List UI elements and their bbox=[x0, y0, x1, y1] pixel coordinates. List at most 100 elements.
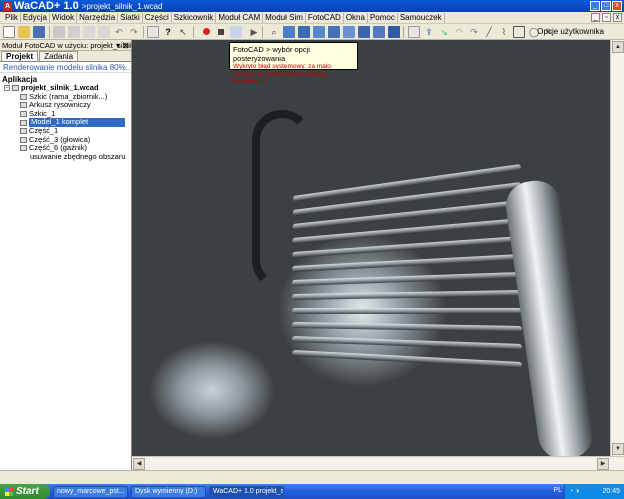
upload-icon[interactable]: ⇪ bbox=[423, 26, 435, 38]
cube-shaded-icon[interactable] bbox=[388, 26, 400, 38]
close-button[interactable]: x bbox=[612, 1, 622, 11]
menu-plik[interactable]: Plik bbox=[3, 12, 21, 23]
pointer-help-icon[interactable]: ↖ bbox=[177, 26, 189, 38]
toolbar-separator bbox=[403, 26, 404, 38]
cut-icon[interactable] bbox=[68, 26, 80, 38]
stop-icon[interactable] bbox=[215, 26, 227, 38]
doc-close-button[interactable]: x bbox=[613, 13, 622, 22]
open-folder-icon[interactable] bbox=[18, 26, 30, 38]
cube-view-top-icon[interactable] bbox=[313, 26, 325, 38]
zoom-icon[interactable]: ⌕ bbox=[268, 26, 280, 38]
title-bar: A WaCAD+ 1.0 >projekt_silnik_1.wcad _ □ … bbox=[0, 0, 624, 12]
tree-item-label: usuwanie zbędnego obszaru bbox=[30, 151, 126, 161]
measure-icon[interactable]: ↘ bbox=[438, 26, 450, 38]
menu-fotocad[interactable]: FotoCAD bbox=[306, 12, 344, 23]
arc-icon[interactable]: ◠ bbox=[453, 26, 465, 38]
system-tray: ◔ ◑ 20:45 bbox=[564, 484, 624, 499]
part-icon bbox=[20, 128, 27, 135]
cube-view-back-icon[interactable] bbox=[343, 26, 355, 38]
horizontal-scrollbar[interactable]: ◀ ▶ bbox=[132, 456, 624, 470]
panel-header-controls[interactable]: ▾ ⊠ bbox=[116, 40, 129, 50]
task-button[interactable]: nowy_marcowe_pst... bbox=[53, 485, 128, 498]
menu-bar: Plik Edycja Widok Narzędzia Siatki Częśc… bbox=[0, 12, 624, 24]
user-options-button[interactable]: Opcje użytkownika bbox=[537, 27, 604, 36]
tree-item-usuwanie[interactable]: usuwanie zbędnego obszaru bbox=[2, 151, 131, 162]
project-panel: Moduł FotoCAD w użyciu: projekt_silnik_1… bbox=[0, 40, 132, 484]
toolbar-separator bbox=[143, 26, 144, 38]
document-window-controls: _ ▫ x bbox=[591, 13, 622, 22]
cube-view-front-icon[interactable] bbox=[283, 26, 295, 38]
scroll-right-icon[interactable]: ▶ bbox=[597, 458, 609, 470]
cube-wireframe-icon[interactable] bbox=[373, 26, 385, 38]
line-icon[interactable]: ╱ bbox=[483, 26, 495, 38]
maximize-button[interactable]: □ bbox=[601, 1, 611, 11]
vertical-scrollbar[interactable]: ▲ ▼ bbox=[610, 40, 624, 456]
polyline-icon[interactable]: ⌇ bbox=[498, 26, 510, 38]
tree-item-arkusz[interactable]: Arkusz rysowniczy bbox=[2, 101, 131, 110]
menu-widok[interactable]: Widok bbox=[50, 12, 78, 23]
menu-samouczek[interactable]: Samouczek bbox=[398, 12, 445, 23]
doc-restore-button[interactable]: ▫ bbox=[602, 13, 611, 22]
play-icon[interactable]: ▶ bbox=[248, 26, 260, 38]
tab-projekt[interactable]: Projekt bbox=[1, 51, 39, 61]
task-button-active[interactable]: WaCAD+ 1.0 projekt_s... bbox=[209, 485, 284, 498]
task-button[interactable]: Dysk wymienny (D:) bbox=[131, 485, 206, 498]
redo-icon[interactable]: ↷ bbox=[128, 26, 140, 38]
part-icon bbox=[20, 136, 27, 143]
menu-siatki[interactable]: Siatki bbox=[118, 12, 143, 23]
rectangle-icon[interactable] bbox=[513, 26, 525, 38]
windows-logo-icon bbox=[5, 487, 13, 496]
menu-okna[interactable]: Okna bbox=[344, 12, 368, 23]
menu-modul-sim[interactable]: Moduł Sim bbox=[263, 12, 306, 23]
fillet-icon[interactable]: ↷ bbox=[468, 26, 480, 38]
cube-view-bottom-icon[interactable] bbox=[358, 26, 370, 38]
cube-view-iso-icon[interactable] bbox=[328, 26, 340, 38]
doc-minimize-button[interactable]: _ bbox=[591, 13, 600, 22]
app-status-bar bbox=[0, 470, 624, 484]
tray-icons[interactable]: ◔ ◑ bbox=[569, 484, 579, 499]
menu-modul-cam[interactable]: Moduł CAM bbox=[216, 12, 264, 23]
app-logo-icon: A bbox=[3, 1, 12, 11]
undo-icon[interactable]: ↶ bbox=[113, 26, 125, 38]
menu-czesci[interactable]: Części bbox=[143, 12, 172, 23]
toolbar-separator bbox=[49, 26, 50, 38]
menu-szkicownik[interactable]: Szkicownik bbox=[172, 12, 217, 23]
cylinder-fin bbox=[292, 308, 522, 314]
help-icon[interactable]: ? bbox=[162, 26, 174, 38]
minimize-button[interactable]: _ bbox=[590, 1, 600, 11]
print-icon[interactable] bbox=[53, 26, 65, 38]
menu-narzedzia[interactable]: Narzędzia bbox=[77, 12, 119, 23]
sketch-sheet-icon[interactable] bbox=[408, 26, 420, 38]
language-indicator[interactable]: PL bbox=[553, 487, 562, 494]
toolbar-separator bbox=[262, 26, 263, 38]
render-canvas[interactable] bbox=[132, 40, 610, 456]
collapse-icon[interactable]: − bbox=[4, 85, 10, 92]
project-tree: Aplikacja − projekt_silnik_1.wcad Szkic … bbox=[0, 73, 131, 161]
menu-edycja[interactable]: Edycja bbox=[21, 12, 50, 23]
app-name: WaCAD+ 1.0 bbox=[14, 0, 79, 12]
export-icon[interactable] bbox=[230, 26, 242, 38]
tooltip-message: Wykryto błąd systemowy: za mało pamięci … bbox=[233, 63, 331, 85]
scroll-up-icon[interactable]: ▲ bbox=[612, 41, 624, 53]
copy-icon[interactable] bbox=[83, 26, 95, 38]
render-status: Renderowanie modelu silnika 80%... bbox=[0, 62, 131, 73]
clock[interactable]: 20:45 bbox=[602, 484, 620, 499]
cube-view-side-icon[interactable] bbox=[298, 26, 310, 38]
panel-tabs: Projekt Zadania bbox=[0, 51, 131, 62]
save-icon[interactable] bbox=[33, 26, 45, 38]
paste-icon[interactable] bbox=[98, 26, 110, 38]
record-icon[interactable] bbox=[200, 26, 212, 38]
print-preview-icon[interactable] bbox=[147, 26, 159, 38]
tooltip-title: FotoCAD > wybór opcji posteryzowania bbox=[233, 45, 310, 63]
start-button[interactable]: Start bbox=[0, 484, 50, 499]
tab-zadania[interactable]: Zadania bbox=[39, 51, 79, 61]
toolbar-separator bbox=[193, 26, 194, 38]
scroll-left-icon[interactable]: ◀ bbox=[133, 458, 145, 470]
scroll-down-icon[interactable]: ▼ bbox=[612, 443, 624, 455]
error-tooltip: FotoCAD > wybór opcji posteryzowania Wyk… bbox=[229, 42, 358, 85]
new-file-icon[interactable] bbox=[3, 26, 15, 38]
main-toolbar: ↶ ↷ ? ↖ ▶ ⌕ ⇪ ↘ ◠ ↷ ╱ ⌇ ◯ ✎ Opcje użytko… bbox=[0, 24, 624, 40]
panel-header-title: Moduł FotoCAD w użyciu: projekt_silnik_1… bbox=[2, 41, 131, 50]
tree-item-model-1[interactable]: Model_1 komplet bbox=[2, 118, 131, 127]
menu-pomoc[interactable]: Pomoc bbox=[368, 12, 398, 23]
